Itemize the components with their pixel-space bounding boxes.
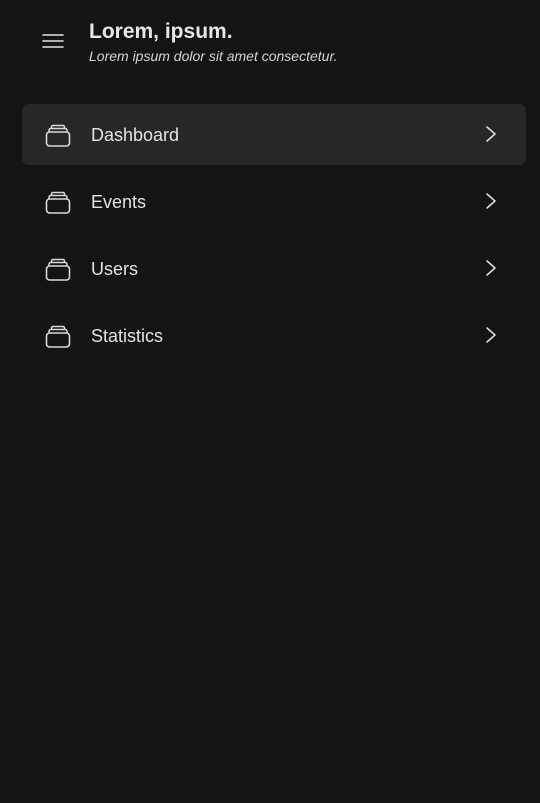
stack-icon — [45, 257, 71, 283]
chevron-right-icon — [484, 258, 498, 278]
nav-item-label: Users — [91, 259, 139, 279]
nav-item-label: Statistics — [91, 326, 164, 346]
chevron-right-icon — [484, 191, 498, 211]
chevron-right-icon — [484, 325, 498, 345]
nav-item-statistics[interactable]: Statistics — [22, 305, 526, 366]
stack-icon — [45, 123, 71, 149]
page-subtitle: Lorem ipsum dolor sit amet consectetur. — [89, 48, 338, 64]
stack-icon — [45, 324, 71, 350]
chevron-right-icon — [484, 124, 498, 144]
nav-item-users[interactable]: Users — [22, 238, 526, 299]
nav-item-events[interactable]: Events — [22, 171, 526, 232]
app-header: Lorem, ipsum. Lorem ipsum dolor sit amet… — [0, 0, 540, 90]
nav-item-dashboard[interactable]: Dashboard — [22, 104, 526, 165]
nav-item-label: Dashboard — [91, 125, 180, 145]
hamburger-menu-icon — [42, 33, 64, 49]
sidebar-nav: Dashboard Events Users Statistics — [22, 104, 526, 372]
stack-icon — [45, 190, 71, 216]
menu-button[interactable] — [35, 24, 71, 58]
page-title: Lorem, ipsum. — [89, 20, 233, 43]
nav-item-label: Events — [91, 192, 147, 212]
header-titles: Lorem, ipsum. Lorem ipsum dolor sit amet… — [89, 18, 509, 66]
